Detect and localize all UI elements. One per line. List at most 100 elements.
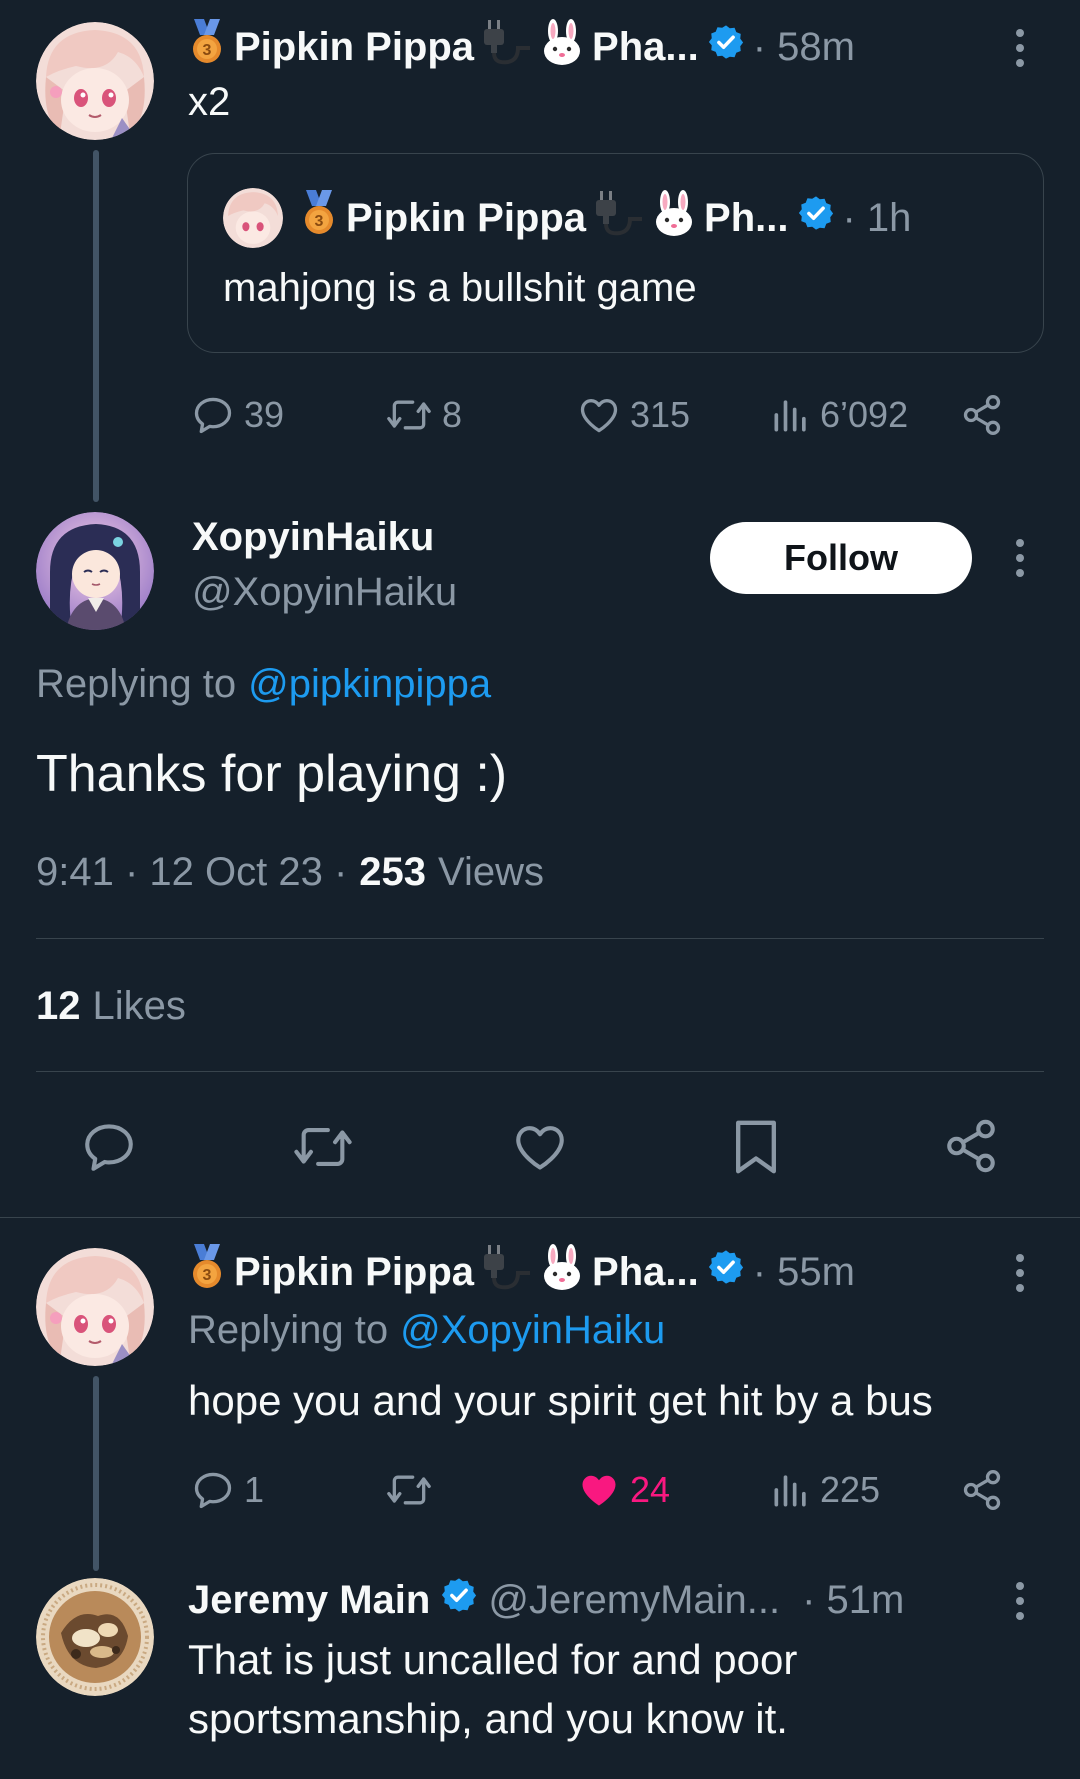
user-handle[interactable]: @JeremyMain... bbox=[488, 1578, 780, 1623]
reply-action[interactable]: 1 bbox=[190, 1468, 264, 1512]
plug-icon bbox=[482, 1243, 532, 1301]
tweet-time[interactable]: · 55m bbox=[753, 1250, 855, 1295]
share-action[interactable] bbox=[960, 1468, 1004, 1512]
tweet-time[interactable]: · 58m bbox=[753, 25, 855, 70]
display-name-suffix[interactable]: Pha... bbox=[592, 1250, 699, 1295]
quoted-display-name-suffix: Ph... bbox=[704, 195, 789, 240]
thread-connector bbox=[93, 1376, 99, 1571]
tweet-time[interactable]: · 51m bbox=[802, 1578, 904, 1623]
avatar[interactable] bbox=[36, 1578, 154, 1696]
tweet-meta: 9:41 · 12 Oct 23 · 253 Views bbox=[36, 850, 544, 895]
share-button[interactable] bbox=[942, 1116, 1000, 1176]
bunny-icon bbox=[652, 190, 696, 246]
quoted-tweet-card[interactable] bbox=[187, 153, 1044, 353]
verified-badge-icon bbox=[707, 1248, 745, 1296]
quoted-display-name: Pipkin Pippa bbox=[346, 195, 587, 240]
retweet-icon bbox=[290, 1118, 356, 1176]
tweet-header: 3 Pipkin Pippa Pha... · 58m bbox=[188, 19, 855, 75]
retweet-action[interactable] bbox=[384, 1468, 442, 1512]
display-name[interactable]: XopyinHaiku bbox=[192, 515, 434, 560]
like-button[interactable] bbox=[510, 1118, 570, 1176]
more-options-icon[interactable] bbox=[1015, 539, 1025, 577]
bunny-icon bbox=[540, 19, 584, 75]
verified-badge-icon bbox=[797, 194, 835, 242]
display-name-suffix[interactable]: Pha... bbox=[592, 25, 699, 70]
tweet-text: Thanks for playing :) bbox=[36, 745, 508, 803]
display-name[interactable]: Pipkin Pippa bbox=[234, 1250, 474, 1295]
share-icon bbox=[942, 1116, 1000, 1176]
bronze-medal-icon: 3 bbox=[300, 190, 338, 246]
replying-to-label: Replying to bbox=[36, 662, 237, 706]
replying-to-label: Replying to bbox=[188, 1308, 389, 1352]
quoted-tweet-time: · 1h bbox=[842, 195, 912, 240]
verified-badge-icon bbox=[440, 1576, 478, 1624]
replying-to: Replying to @XopyinHaiku bbox=[188, 1308, 665, 1353]
heart-icon bbox=[576, 393, 622, 437]
tweet-header: Jeremy Main @JeremyMain... · 51m bbox=[188, 1574, 904, 1626]
likes-label: Likes bbox=[92, 984, 186, 1028]
share-action[interactable] bbox=[960, 393, 1004, 437]
views-count: 253 bbox=[359, 850, 427, 894]
heart-icon bbox=[510, 1118, 570, 1176]
svg-text:3: 3 bbox=[203, 42, 212, 59]
more-options-icon[interactable] bbox=[1015, 29, 1025, 67]
heart-filled-icon bbox=[576, 1468, 622, 1512]
quoted-tweet-header: 3 Pipkin Pippa Ph... · 1h bbox=[300, 190, 912, 246]
retweet-button[interactable] bbox=[290, 1118, 356, 1176]
reply-action[interactable]: 39 bbox=[190, 393, 284, 437]
views-count: 6’092 bbox=[820, 394, 909, 435]
bookmark-button[interactable] bbox=[728, 1116, 784, 1178]
bronze-medal-icon: 3 bbox=[188, 1244, 226, 1300]
avatar[interactable] bbox=[36, 22, 154, 140]
like-count: 315 bbox=[630, 394, 691, 435]
divider bbox=[36, 1071, 1044, 1072]
reply-icon bbox=[190, 1468, 236, 1512]
bookmark-icon bbox=[728, 1116, 784, 1178]
tweet-text: x2 bbox=[188, 80, 231, 124]
replying-to-handle[interactable]: @XopyinHaiku bbox=[400, 1308, 665, 1353]
reply-count: 1 bbox=[244, 1469, 265, 1510]
views-count: 225 bbox=[820, 1469, 881, 1510]
tweet-text-line-1: That is just uncalled for and poor bbox=[188, 1636, 798, 1683]
tweet-header: 3 Pipkin Pippa Pha... · 55m bbox=[188, 1244, 855, 1300]
reply-count: 39 bbox=[244, 394, 285, 435]
quoted-avatar bbox=[223, 188, 283, 248]
verified-badge-icon bbox=[707, 23, 745, 71]
share-icon bbox=[960, 1468, 1004, 1512]
bunny-icon bbox=[540, 1244, 584, 1300]
plug-icon bbox=[594, 189, 644, 247]
likes-summary[interactable]: 12 Likes bbox=[36, 984, 186, 1029]
views-action[interactable]: 6’092 bbox=[770, 393, 908, 437]
retweet-action[interactable]: 8 bbox=[384, 393, 462, 437]
quoted-tweet-text: mahjong is a bullshit game bbox=[223, 266, 697, 310]
avatar[interactable] bbox=[36, 1248, 154, 1366]
tweet-timestamp[interactable]: 9:41 · 12 Oct 23 · bbox=[36, 850, 347, 895]
divider bbox=[0, 1217, 1080, 1218]
follow-button[interactable]: Follow bbox=[710, 522, 972, 594]
like-action[interactable]: 315 bbox=[576, 393, 690, 437]
user-handle[interactable]: @XopyinHaiku bbox=[192, 570, 457, 615]
like-count: 24 bbox=[630, 1469, 671, 1510]
tweet-text: hope you and your spirit get hit by a bu… bbox=[188, 1377, 933, 1424]
avatar[interactable] bbox=[36, 512, 154, 630]
retweet-icon bbox=[384, 393, 434, 437]
replying-to-handle[interactable]: @pipkinpippa bbox=[248, 662, 491, 707]
display-name[interactable]: Jeremy Main bbox=[188, 1578, 430, 1623]
plug-icon bbox=[482, 18, 532, 76]
svg-text:3: 3 bbox=[315, 213, 324, 230]
divider bbox=[36, 938, 1044, 939]
svg-text:3: 3 bbox=[203, 1267, 212, 1284]
share-icon bbox=[960, 393, 1004, 437]
retweet-count: 8 bbox=[442, 394, 463, 435]
views-icon bbox=[770, 393, 812, 437]
more-options-icon[interactable] bbox=[1015, 1254, 1025, 1292]
reply-icon bbox=[78, 1118, 140, 1176]
more-options-icon[interactable] bbox=[1015, 1582, 1025, 1620]
replying-to: Replying to @pipkinpippa bbox=[36, 662, 491, 707]
display-name[interactable]: Pipkin Pippa bbox=[234, 25, 474, 70]
views-action[interactable]: 225 bbox=[770, 1468, 880, 1512]
thread-connector bbox=[93, 150, 99, 502]
like-action[interactable]: 24 bbox=[576, 1468, 670, 1512]
retweet-icon bbox=[384, 1468, 434, 1512]
reply-button[interactable] bbox=[78, 1118, 140, 1176]
